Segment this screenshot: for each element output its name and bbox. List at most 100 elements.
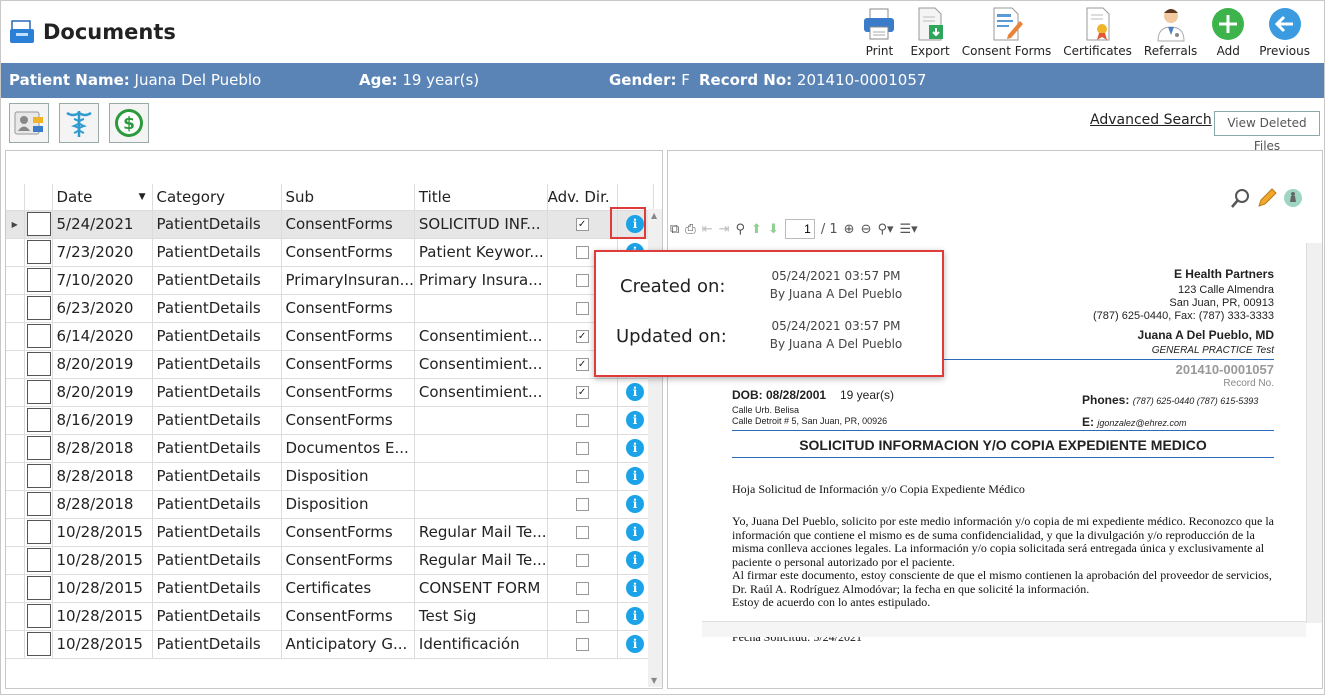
add-button[interactable]: Add <box>1203 5 1253 58</box>
row-select-box[interactable] <box>26 604 51 628</box>
pencil-icon[interactable] <box>1256 187 1278 209</box>
table-row[interactable]: 8/28/2018 PatientDetails Documentos E... i <box>6 434 654 463</box>
row-select-cell[interactable] <box>24 546 53 575</box>
row-select-cell[interactable] <box>24 210 53 239</box>
consent-forms-button[interactable]: Consent Forms <box>956 5 1058 58</box>
row-select-box[interactable] <box>26 520 51 544</box>
magnifier-icon[interactable] <box>1230 187 1252 209</box>
table-row[interactable]: 10/28/2015 PatientDetails Certificates CONS… <box>6 574 654 603</box>
next-page-icon[interactable]: ⬇ <box>768 222 779 237</box>
table-row[interactable]: 7/23/2020 PatientDetails ConsentForms Patie… <box>6 238 654 267</box>
zoom-dropdown-icon[interactable]: ⚲▾ <box>877 222 893 237</box>
row-select-box[interactable] <box>26 408 51 432</box>
medical-button[interactable] <box>59 103 99 143</box>
row-select-cell[interactable] <box>24 434 53 463</box>
info-icon[interactable]: i <box>626 495 645 514</box>
row-select-cell[interactable] <box>24 518 53 547</box>
adv-dir-checkbox[interactable] <box>575 274 589 287</box>
table-row[interactable]: 6/14/2020 PatientDetails ConsentForms Conse… <box>6 322 654 351</box>
first-page-icon[interactable]: ⇤ <box>702 222 713 237</box>
column-header-title[interactable]: Title <box>414 184 548 211</box>
table-row[interactable]: 7/10/2020 PatientDetails PrimaryInsuran...… <box>6 266 654 295</box>
adv-dir-checkbox[interactable] <box>575 442 589 455</box>
info-icon[interactable]: i <box>626 411 645 430</box>
table-row[interactable]: 8/28/2018 PatientDetails Disposition i <box>6 462 654 491</box>
view-deleted-files-button[interactable]: View Deleted Files <box>1214 111 1320 153</box>
row-select-box[interactable] <box>26 352 51 376</box>
adv-dir-checkbox[interactable] <box>575 610 589 623</box>
scroll-up-icon[interactable]: ▲ <box>651 211 657 220</box>
adv-dir-checkbox[interactable] <box>575 470 589 483</box>
adv-dir-checkbox[interactable]: ✓ <box>575 330 589 343</box>
adv-dir-checkbox[interactable] <box>575 246 589 259</box>
thumbnails-icon[interactable]: ⧉ <box>670 222 679 237</box>
zoom-out-icon[interactable]: ⊖ <box>861 222 872 237</box>
row-select-cell[interactable] <box>24 602 53 631</box>
row-select-cell[interactable] <box>24 378 53 407</box>
row-select-box[interactable] <box>26 492 51 516</box>
adv-dir-checkbox[interactable] <box>575 498 589 511</box>
row-select-box[interactable] <box>26 632 51 656</box>
row-select-cell[interactable] <box>24 490 53 519</box>
row-select-cell[interactable] <box>24 238 53 267</box>
adv-dir-checkbox[interactable] <box>575 554 589 567</box>
table-row[interactable]: 10/28/2015 PatientDetails ConsentForms Regu… <box>6 518 654 547</box>
document-vertical-scrollbar[interactable] <box>1306 243 1322 623</box>
row-select-cell[interactable] <box>24 630 53 659</box>
info-icon[interactable]: i <box>626 551 645 570</box>
find-icon[interactable]: ⚲ <box>736 222 746 237</box>
row-select-box[interactable] <box>26 240 51 264</box>
table-row[interactable]: 8/28/2018 PatientDetails Disposition i <box>6 490 654 519</box>
column-header-date[interactable]: Date ▼ <box>52 184 153 211</box>
zoom-in-icon[interactable]: ⊕ <box>844 222 855 237</box>
row-select-cell[interactable] <box>24 462 53 491</box>
billing-button[interactable]: $ <box>109 103 149 143</box>
row-select-box[interactable] <box>26 212 51 236</box>
signature-stamp-icon[interactable] <box>1282 187 1304 209</box>
info-icon[interactable]: i <box>626 467 645 486</box>
row-select-cell[interactable] <box>24 266 53 295</box>
adv-dir-checkbox[interactable]: ✓ <box>575 358 589 371</box>
column-header-category[interactable]: Category <box>152 184 282 211</box>
prev-page-icon[interactable]: ⬆ <box>751 222 762 237</box>
row-select-box[interactable] <box>26 464 51 488</box>
viewer-print-icon[interactable]: ⎙ <box>685 222 695 237</box>
advanced-search-link[interactable]: Advanced Search <box>1090 112 1212 128</box>
table-row[interactable]: ▶ 5/24/2021 PatientDetails ConsentForms SOLI… <box>6 210 654 239</box>
last-page-icon[interactable]: ⇥ <box>719 222 730 237</box>
row-select-cell[interactable] <box>24 322 53 351</box>
column-header-adv-dir[interactable]: Adv. Dir. <box>547 184 618 211</box>
row-select-box[interactable] <box>26 548 51 572</box>
adv-dir-checkbox[interactable] <box>575 414 589 427</box>
table-row[interactable]: 6/23/2020PatientDetailsConsentFormsi <box>6 294 654 323</box>
row-select-box[interactable] <box>26 324 51 348</box>
row-select-cell[interactable] <box>24 294 53 323</box>
row-select-cell[interactable] <box>24 574 53 603</box>
row-select-cell[interactable] <box>24 350 53 379</box>
adv-dir-checkbox[interactable] <box>575 582 589 595</box>
adv-dir-checkbox[interactable] <box>575 638 589 651</box>
info-icon[interactable]: i <box>626 579 645 598</box>
adv-dir-checkbox[interactable] <box>575 526 589 539</box>
info-icon[interactable]: i <box>626 607 645 626</box>
info-icon[interactable]: i <box>626 523 645 542</box>
row-select-box[interactable] <box>26 296 51 320</box>
column-header-sub[interactable]: Sub <box>281 184 415 211</box>
print-button[interactable]: Print <box>854 5 904 58</box>
table-row[interactable]: 8/20/2019 PatientDetails ConsentForms Conse… <box>6 378 654 407</box>
adv-dir-checkbox[interactable]: ✓ <box>575 218 589 231</box>
patient-details-button[interactable] <box>9 103 49 143</box>
scroll-down-icon[interactable]: ▼ <box>651 676 657 685</box>
table-row[interactable]: 10/28/2015 PatientDetails Anticipatory G..… <box>6 630 654 659</box>
table-row[interactable]: 8/20/2019 PatientDetails ConsentForms Conse… <box>6 350 654 379</box>
document-horizontal-scrollbar[interactable] <box>702 621 1306 637</box>
row-select-box[interactable] <box>26 380 51 404</box>
row-select-box[interactable] <box>26 268 51 292</box>
page-layout-icon[interactable]: ☰▾ <box>900 222 918 237</box>
certificates-button[interactable]: Certificates <box>1057 5 1138 58</box>
row-select-box[interactable] <box>26 436 51 460</box>
export-button[interactable]: Export <box>904 5 955 58</box>
table-row[interactable]: 10/28/2015 PatientDetails ConsentForms Test… <box>6 602 654 631</box>
info-icon[interactable]: i <box>626 439 645 458</box>
row-select-cell[interactable] <box>24 406 53 435</box>
